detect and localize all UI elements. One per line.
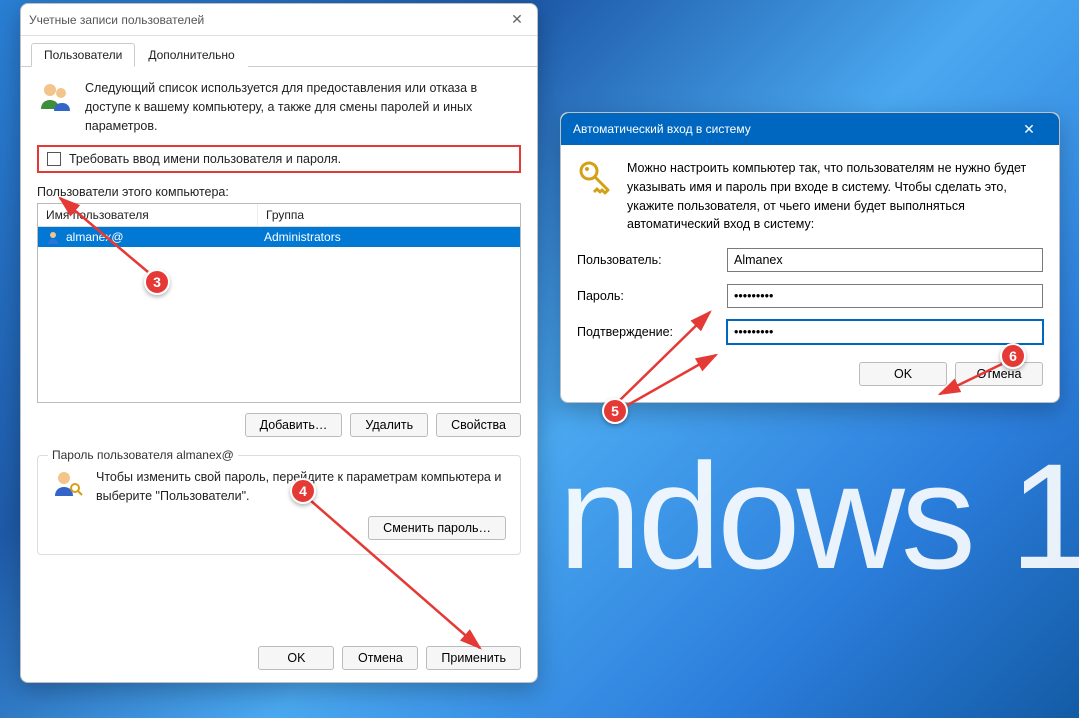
table-row[interactable]: almanex@ Administrators — [38, 227, 520, 247]
user-accounts-dialog: Учетные записи пользователей ✕ Пользоват… — [20, 3, 538, 683]
close-icon: ✕ — [1023, 121, 1035, 138]
password-input[interactable] — [727, 284, 1043, 308]
add-button[interactable]: Добавить… — [245, 413, 343, 437]
confirm-label: Подтверждение: — [577, 325, 717, 339]
groupbox-title: Пароль пользователя almanex@ — [48, 448, 238, 462]
close-button[interactable]: ✕ — [1007, 113, 1051, 145]
password-groupbox: Пароль пользователя almanex@ Чтобы измен… — [37, 455, 521, 555]
annotation-badge-6: 6 — [1000, 343, 1026, 369]
require-login-checkbox-row[interactable]: Требовать ввод имени пользователя и паро… — [37, 145, 521, 173]
titlebar[interactable]: Учетные записи пользователей ✕ — [21, 4, 537, 36]
apply-button[interactable]: Применить — [426, 646, 521, 670]
user-avatar-icon — [46, 230, 60, 244]
keys-icon — [577, 159, 613, 199]
background-watermark: ndows 1 — [558, 430, 1079, 603]
cell-group: Administrators — [264, 230, 512, 244]
remove-button[interactable]: Удалить — [350, 413, 428, 437]
column-username[interactable]: Имя пользователя — [38, 204, 258, 226]
window-title: Автоматический вход в систему — [573, 122, 751, 136]
users-section-label: Пользователи этого компьютера: — [37, 185, 521, 199]
titlebar[interactable]: Автоматический вход в систему ✕ — [561, 113, 1059, 145]
annotation-badge-5: 5 — [602, 398, 628, 424]
column-group[interactable]: Группа — [258, 204, 520, 226]
tab-users[interactable]: Пользователи — [31, 43, 135, 67]
ok-button[interactable]: OK — [258, 646, 334, 670]
tab-strip: Пользователи Дополнительно — [21, 36, 537, 67]
cancel-button[interactable]: Отмена — [342, 646, 418, 670]
description-text: Следующий список используется для предос… — [85, 79, 521, 135]
change-password-button[interactable]: Сменить пароль… — [368, 516, 506, 540]
close-icon: ✕ — [511, 11, 523, 28]
login-description: Можно настроить компьютер так, что польз… — [627, 159, 1043, 234]
user-label: Пользователь: — [577, 253, 717, 267]
user-key-icon — [52, 468, 84, 500]
users-table[interactable]: Имя пользователя Группа almanex@ Adminis… — [37, 203, 521, 403]
window-title: Учетные записи пользователей — [29, 13, 204, 27]
ok-button[interactable]: OK — [859, 362, 947, 386]
annotation-badge-3: 3 — [144, 269, 170, 295]
cancel-button[interactable]: Отмена — [955, 362, 1043, 386]
tab-advanced[interactable]: Дополнительно — [135, 43, 247, 67]
user-input[interactable] — [727, 248, 1043, 272]
password-label: Пароль: — [577, 289, 717, 303]
confirm-input[interactable] — [727, 320, 1043, 344]
cell-username: almanex@ — [66, 230, 124, 244]
checkbox-label: Требовать ввод имени пользователя и паро… — [69, 152, 341, 166]
close-button[interactable]: ✕ — [505, 8, 529, 32]
users-icon — [37, 79, 73, 115]
auto-login-dialog: Автоматический вход в систему ✕ Можно на… — [560, 112, 1060, 403]
annotation-badge-4: 4 — [290, 478, 316, 504]
checkbox-icon — [47, 152, 61, 166]
properties-button[interactable]: Свойства — [436, 413, 521, 437]
